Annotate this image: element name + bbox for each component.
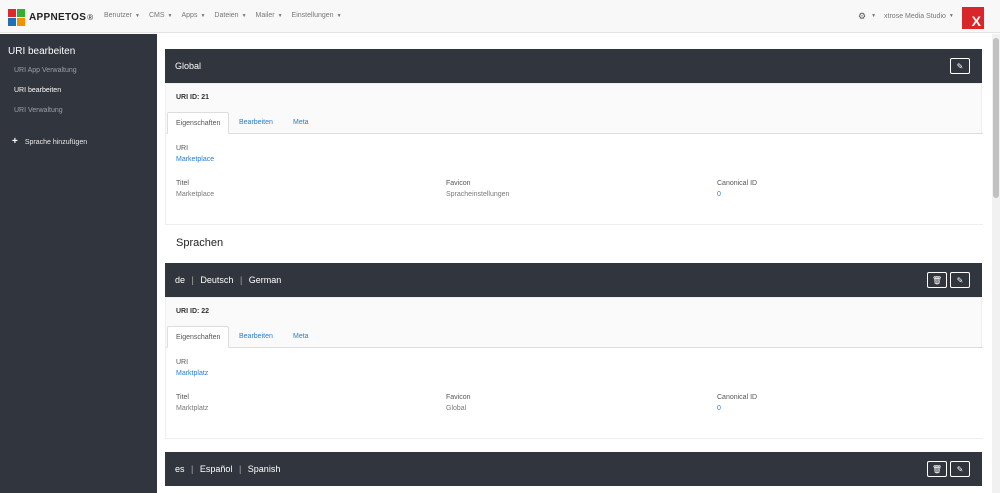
separator: | (191, 275, 194, 285)
tabs: Eigenschaften Bearbeiten Meta (166, 326, 983, 348)
global-panel-title: Global (175, 61, 202, 71)
nav-mailer[interactable]: Mailer ▼ (256, 12, 283, 19)
registered-mark: ® (87, 12, 94, 22)
sidebar-title: URI bearbeiten (8, 46, 76, 57)
edit-button[interactable]: ✎ (950, 58, 970, 74)
edit-button[interactable]: ✎ (950, 272, 970, 288)
nav-label: CMS (148, 12, 165, 19)
studio-menu[interactable]: xtrose Media Studio (884, 13, 946, 20)
add-language-button[interactable]: + Sprache hinzufügen (12, 136, 88, 147)
field-label-favicon: Favicon (446, 394, 471, 401)
edit-button[interactable]: ✎ (950, 461, 970, 477)
caret-down-icon[interactable]: ▼ (871, 13, 876, 19)
field-label-titel: Titel (176, 180, 189, 187)
delete-button[interactable]: 🗑 (927, 272, 947, 288)
brand[interactable]: APPNETOS ® (8, 8, 93, 26)
nav-label: Dateien (214, 12, 239, 19)
language-english-name: Spanish (247, 464, 281, 474)
field-label-titel: Titel (176, 394, 189, 401)
uri-id: URI ID: 21 (176, 94, 210, 101)
field-value-canonical-id[interactable]: 0 (717, 191, 721, 198)
scrollbar-thumb[interactable] (993, 38, 999, 198)
trash-icon: 🗑 (931, 275, 943, 285)
language-panel-body-de: URI ID: 22 Eigenschaften Bearbeiten Meta… (165, 297, 983, 439)
caret-down-icon: ▼ (167, 12, 173, 19)
edit-icon: ✎ (956, 275, 964, 285)
top-navbar: APPNETOS ® Benutzer ▼ CMS ▼ Apps ▼ Dateien ▼… (0, 0, 1000, 33)
separator: | (239, 275, 243, 285)
gear-icon[interactable]: ⚙ (858, 12, 866, 21)
nav-apps[interactable]: Apps ▼ (182, 12, 206, 19)
scrollbar[interactable] (992, 34, 1000, 493)
field-value-canonical-id[interactable]: 0 (717, 405, 721, 412)
main-nav: Benutzer ▼ CMS ▼ Apps ▼ Dateien ▼ Mailer ▼ Ei… (104, 12, 351, 19)
nav-einstellungen[interactable]: Einstellungen ▼ (292, 12, 342, 19)
tab-meta[interactable]: Meta (285, 326, 317, 348)
add-language-label: Sprache hinzufügen (24, 138, 88, 146)
nav-label: Apps (181, 12, 198, 19)
right-nav: ⚙ ▼ xtrose Media Studio ▼ (858, 12, 954, 21)
sidebar-item-uri-verwaltung[interactable]: URI Verwaltung (14, 107, 63, 114)
tab-content: URI Marktplatz Titel Marktplatz Favicon … (166, 348, 983, 439)
separator: | (238, 464, 242, 474)
uri-label: URI (176, 145, 189, 152)
nav-label: Einstellungen (291, 12, 334, 19)
xtrose-logo[interactable]: X (962, 7, 984, 29)
field-value-titel: Marketplace (176, 191, 215, 198)
caret-down-icon: ▼ (277, 12, 283, 19)
nav-dateien[interactable]: Dateien ▼ (214, 12, 246, 19)
plus-icon: + (12, 136, 18, 147)
language-panel-title: de | Deutsch | German (175, 275, 281, 285)
tabs: Eigenschaften Bearbeiten Meta (166, 112, 983, 134)
uri-id: URI ID: 22 (176, 308, 210, 315)
caret-down-icon: ▼ (336, 12, 342, 19)
nav-label: Mailer (255, 12, 275, 19)
tab-bearbeiten[interactable]: Bearbeiten (231, 112, 281, 134)
edit-icon: ✎ (956, 61, 964, 71)
sidebar-item-uri-app-verwaltung[interactable]: URI App Verwaltung (14, 67, 77, 74)
uri-value-link[interactable]: Marktplatz (176, 370, 208, 377)
field-label-canonical-id: Canonical ID (717, 180, 758, 187)
main-content: Global ✎ URI ID: 21 Eigenschaften Bearbe… (157, 34, 992, 493)
field-value-favicon: Global (446, 405, 467, 412)
language-code: es (175, 464, 185, 474)
language-native-name: Español (199, 464, 233, 474)
caret-down-icon[interactable]: ▼ (949, 13, 954, 19)
caret-down-icon: ▼ (200, 12, 206, 19)
tab-meta[interactable]: Meta (285, 112, 317, 134)
field-label-favicon: Favicon (446, 180, 471, 187)
uri-label: URI (176, 359, 189, 366)
language-english-name: German (248, 275, 282, 285)
delete-button[interactable]: 🗑 (927, 461, 947, 477)
field-label-canonical-id: Canonical ID (717, 394, 758, 401)
sidebar-item-uri-bearbeiten[interactable]: URI bearbeiten (14, 87, 61, 94)
language-panel-header-de: de | Deutsch | German 🗑 ✎ (165, 263, 982, 297)
uri-value-link[interactable]: Marketplace (176, 156, 214, 163)
brand-name: APPNETOS (29, 11, 87, 23)
language-code: de (175, 275, 186, 285)
language-native-name: Deutsch (200, 275, 234, 285)
tab-bearbeiten[interactable]: Bearbeiten (231, 326, 281, 348)
tab-eigenschaften[interactable]: Eigenschaften (167, 326, 230, 348)
field-value-titel: Marktplatz (176, 405, 209, 412)
global-panel-header: Global ✎ (165, 49, 982, 83)
separator: | (191, 464, 194, 474)
tab-content: URI Marketplace Titel Marketplace Favico… (166, 134, 983, 225)
language-panel-header-es: es | Español | Spanish 🗑 ✎ (165, 452, 982, 486)
nav-label: Benutzer (104, 12, 133, 19)
nav-benutzer[interactable]: Benutzer ▼ (104, 12, 140, 19)
trash-icon: 🗑 (931, 464, 943, 474)
language-panel-title: es | Español | Spanish (175, 464, 280, 474)
edit-icon: ✎ (956, 464, 964, 474)
appnetos-logo-icon (8, 8, 25, 26)
languages-title: Sprachen (176, 237, 224, 249)
field-value-favicon: Spracheinstellungen (446, 191, 510, 198)
nav-cms[interactable]: CMS ▼ (149, 12, 173, 19)
tab-eigenschaften[interactable]: Eigenschaften (167, 112, 230, 134)
caret-down-icon: ▼ (241, 12, 247, 19)
caret-down-icon: ▼ (135, 12, 140, 19)
global-panel-body: URI ID: 21 Eigenschaften Bearbeiten Meta… (165, 83, 983, 225)
sidebar: URI bearbeiten URI App Verwaltung URI be… (0, 34, 157, 493)
